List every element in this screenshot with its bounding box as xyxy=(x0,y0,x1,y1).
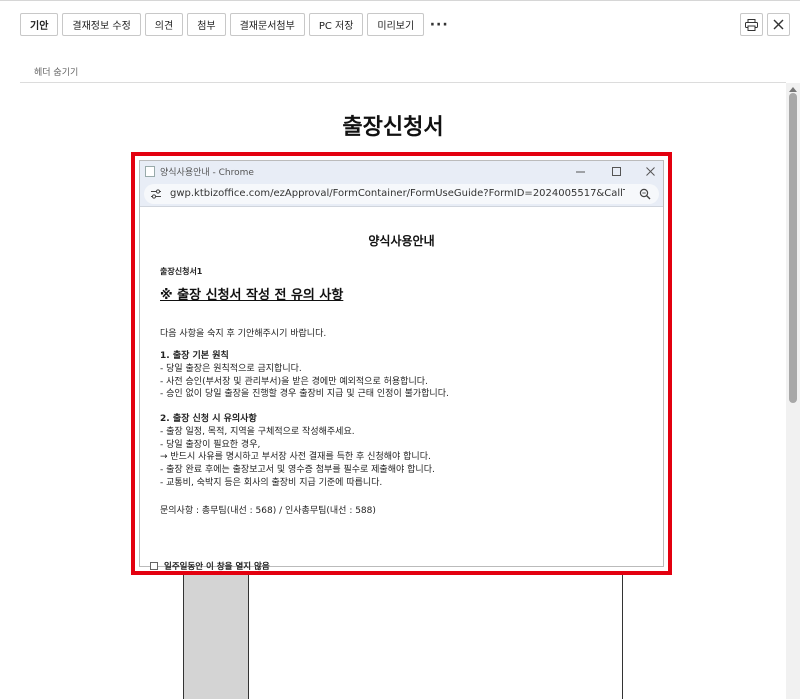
contact-info: 문의사항 : 총무팀(내선 : 568) / 인사총무팀(내선 : 588) xyxy=(160,506,376,516)
section-basic-principles: 1. 출장 기본 원칙 - 당일 출장은 원칙적으로 금지합니다. - 사전 승… xyxy=(160,350,449,401)
dont-show-checkbox[interactable] xyxy=(150,562,158,570)
top-toolbar-area: 기안 결재정보 수정 의견 첨부 결재문서첨부 PC 저장 미리보기 ··· xyxy=(0,0,800,50)
pc-save-button[interactable]: PC 저장 xyxy=(308,13,364,36)
hide-header-link[interactable]: 헤더 숨기기 xyxy=(34,65,78,78)
section-title: 1. 출장 기본 원칙 xyxy=(160,351,229,361)
section-line: - 출장 일정, 목적, 지역을 구체적으로 작성해주세요. xyxy=(160,426,355,437)
guide-popup-window: 양식사용안내 - Chrome gwp.ktbizoffice.com/ezAp… xyxy=(139,160,664,572)
form-label-cell xyxy=(184,569,249,699)
maximize-button[interactable] xyxy=(606,163,626,179)
scroll-thumb[interactable] xyxy=(789,93,797,403)
more-options-icon[interactable]: ··· xyxy=(428,13,450,36)
dont-show-week-option[interactable]: 일주일동안 이 창을 열지 않음 xyxy=(150,560,270,572)
maximize-icon xyxy=(611,166,621,176)
section-line: - 출장 완료 후에는 출장보고서 및 영수증 첨부를 필수로 제출해야 합니다… xyxy=(160,465,435,476)
right-tools xyxy=(740,13,790,36)
print-button[interactable] xyxy=(740,13,763,36)
section-title: 2. 출장 신청 시 유의사항 xyxy=(160,414,257,424)
highlighted-popup-frame: 양식사용안내 - Chrome gwp.ktbizoffice.com/ezAp… xyxy=(131,152,672,575)
minimize-icon xyxy=(575,171,585,172)
draft-button[interactable]: 기안 xyxy=(20,13,59,36)
section-application-notes: 2. 출장 신청 시 유의사항 - 출장 일정, 목적, 지역을 구체적으로 작… xyxy=(160,413,435,490)
scroll-up-arrow-icon[interactable] xyxy=(789,87,797,92)
guide-heading: 양식사용안내 xyxy=(368,234,435,248)
page-scrollbar[interactable] xyxy=(786,83,800,699)
preview-button[interactable]: 미리보기 xyxy=(367,13,425,36)
notice-heading: ※ 출장 신청서 작성 전 유의 사항 xyxy=(160,288,344,303)
section-line: - 교통비, 숙박지 등은 회사의 출장비 지급 기준에 따릅니다. xyxy=(160,477,383,488)
popup-window-title: 양식사용안내 - Chrome xyxy=(160,168,254,178)
zoom-icon[interactable] xyxy=(639,188,651,200)
document-title: 출장신청서 xyxy=(342,115,444,140)
attach-approval-doc-button[interactable]: 결재문서첨부 xyxy=(229,13,305,36)
site-settings-icon[interactable] xyxy=(150,188,162,200)
form-table xyxy=(183,569,623,699)
attach-button[interactable]: 첨부 xyxy=(187,13,226,36)
action-toolbar: 기안 결재정보 수정 의견 첨부 결재문서첨부 PC 저장 미리보기 ··· xyxy=(20,13,450,36)
section-line: → 반드시 사유를 명시하고 부서장 사전 결재를 득한 후 신청해야 합니다. xyxy=(160,452,431,463)
printer-icon xyxy=(745,18,758,31)
popup-titlebar[interactable]: 양식사용안내 - Chrome xyxy=(140,161,663,181)
close-button[interactable] xyxy=(767,13,790,36)
popup-close-button[interactable] xyxy=(640,163,660,179)
section-line: - 당일 출장은 원칙적으로 금지합니다. xyxy=(160,363,302,374)
url-text: gwp.ktbizoffice.com/ezApproval/FormConta… xyxy=(170,188,625,199)
close-icon xyxy=(645,166,655,176)
page-favicon-icon xyxy=(145,166,155,177)
minimize-button[interactable] xyxy=(570,163,590,179)
section-line: - 당일 출장이 필요한 경우, xyxy=(160,439,261,450)
close-icon xyxy=(773,19,784,30)
opinion-button[interactable]: 의견 xyxy=(144,13,184,36)
section-line: - 승인 없이 당일 출장을 진행할 경우 출장비 지급 및 근태 인정이 불가… xyxy=(160,389,449,400)
popup-address-bar: gwp.ktbizoffice.com/ezApproval/FormConta… xyxy=(140,181,663,207)
dont-show-label: 일주일동안 이 창을 열지 않음 xyxy=(164,562,270,572)
edit-approval-info-button[interactable]: 결재정보 수정 xyxy=(62,13,141,36)
form-name: 출장신청서1 xyxy=(160,267,203,276)
section-line: - 사전 승인(부서장 및 관리부서)을 받은 경에만 예외적으로 허용합니다. xyxy=(160,376,428,387)
popup-content: 양식사용안내 출장신청서1 ※ 출장 신청서 작성 전 유의 사항 다음 사항을… xyxy=(140,208,663,572)
url-field[interactable]: gwp.ktbizoffice.com/ezApproval/FormConta… xyxy=(144,184,659,204)
intro-text: 다음 사항을 숙지 후 기안해주시기 바랍니다. xyxy=(160,329,327,339)
